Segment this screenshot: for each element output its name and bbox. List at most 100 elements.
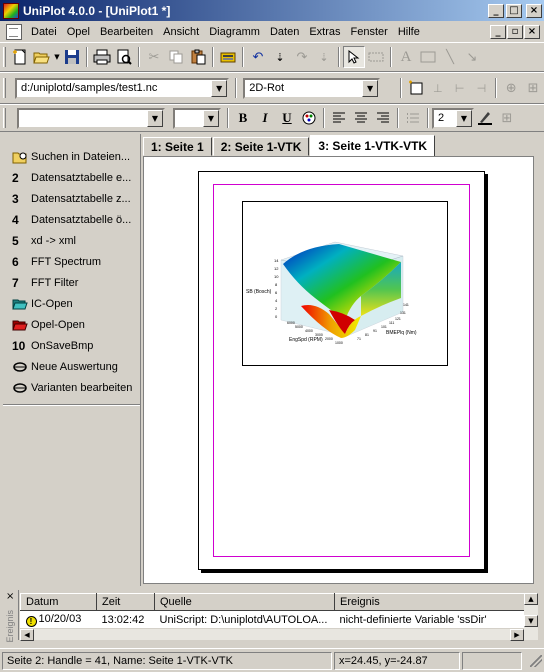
print-icon[interactable]	[91, 46, 113, 68]
file-combo[interactable]: d:/uniplotd/samples/test1.nc ▼	[14, 77, 230, 99]
minimize-button[interactable]: _	[488, 3, 504, 18]
menu-bearbeiten[interactable]: Bearbeiten	[95, 26, 158, 38]
close-icon[interactable]: ×	[6, 591, 14, 602]
horizontal-scrollbar[interactable]: ◀ ▶	[20, 628, 524, 641]
sidebar-item-fft-spectrum[interactable]: 6 FFT Spectrum	[3, 251, 140, 272]
arrow-icon[interactable]: ↘	[461, 46, 483, 68]
font-combo[interactable]: ▼	[17, 107, 165, 129]
axis-y-icon[interactable]: ⊥	[427, 77, 449, 99]
mdi-close-button[interactable]: ×	[524, 24, 540, 39]
sidebar-item-suchen[interactable]: Suchen in Dateien...	[3, 146, 140, 167]
menu-daten[interactable]: Daten	[265, 26, 304, 38]
vertical-scrollbar[interactable]: ▲ ▼	[524, 593, 538, 640]
align-center-icon[interactable]	[350, 107, 372, 129]
sidebar-item-ic-open[interactable]: IC-Open	[3, 293, 140, 314]
toolbar-grip[interactable]	[3, 47, 6, 67]
line-width-combo[interactable]: 2 ▼	[432, 107, 474, 129]
menu-extras[interactable]: Extras	[304, 26, 345, 38]
mdi-restore-button[interactable]: ▫	[507, 24, 523, 39]
menu-ansicht[interactable]: Ansicht	[158, 26, 204, 38]
scroll-up-icon[interactable]: ▲	[524, 593, 538, 605]
fill-pattern-icon[interactable]: ⊞	[496, 107, 518, 129]
open-icon[interactable]	[31, 46, 53, 68]
close-button[interactable]: ×	[526, 3, 542, 18]
import-icon[interactable]: ⇣	[269, 46, 291, 68]
scroll-right-icon[interactable]: ▶	[510, 629, 524, 641]
calculator-icon[interactable]	[217, 46, 239, 68]
toolbar-grip[interactable]	[3, 108, 6, 128]
font-size-combo[interactable]: ▼	[173, 107, 221, 129]
style-combo[interactable]: 2D-Rot ▼	[243, 77, 381, 99]
bullet-list-icon[interactable]	[402, 107, 424, 129]
frame-icon[interactable]	[417, 46, 439, 68]
sidebar-item-fft-filter[interactable]: 7 FFT Filter	[3, 272, 140, 293]
app-icon[interactable]	[3, 2, 19, 19]
menu-fenster[interactable]: Fenster	[346, 26, 393, 38]
tab-seite-1-vtk-vtk[interactable]: 3: Seite 1-VTK-VTK	[310, 135, 436, 157]
mdi-minimize-button[interactable]: _	[490, 24, 506, 39]
sidebar-item-label: Datensatztabelle ö...	[31, 213, 132, 226]
tab-seite-1[interactable]: 1: Seite 1	[143, 137, 212, 156]
text-icon[interactable]: A	[395, 46, 417, 68]
document-icon[interactable]	[6, 23, 22, 40]
crosshair-icon[interactable]: ⊕	[500, 77, 522, 99]
sidebar-item-datensatztabelle-z[interactable]: 3 Datensatztabelle z...	[3, 188, 140, 209]
chevron-down-icon[interactable]: ▼	[203, 109, 219, 127]
script-icon	[12, 360, 28, 374]
resize-grip-icon[interactable]	[530, 654, 542, 667]
dropdown-arrow-icon[interactable]: ▼	[53, 46, 61, 68]
axis-x-icon[interactable]: ⊢	[449, 77, 471, 99]
maximize-button[interactable]: □	[506, 3, 522, 18]
page[interactable]: SB (Bosch) EngSpd (RPM) BMEPlq (Nm) 14 1…	[198, 171, 485, 570]
menu-hilfe[interactable]: Hilfe	[393, 26, 425, 38]
underline-icon[interactable]: U	[276, 107, 298, 129]
shortcut-number: 5	[12, 233, 19, 248]
export-icon[interactable]: ⇣	[313, 46, 335, 68]
italic-icon[interactable]: I	[254, 107, 276, 129]
toolbar-grip[interactable]	[3, 78, 6, 98]
line-icon[interactable]: ╲	[439, 46, 461, 68]
sidebar-item-varianten-bearbeiten[interactable]: Varianten bearbeiten	[3, 377, 140, 398]
table-row[interactable]: ! 10/20/03 13:02:42 UniScript: D:\uniplot…	[21, 611, 525, 629]
print-preview-icon[interactable]	[113, 46, 135, 68]
document-canvas[interactable]: SB (Bosch) EngSpd (RPM) BMEPlq (Nm) 14 1…	[143, 156, 534, 584]
cut-icon[interactable]: ✂	[143, 46, 165, 68]
sidebar-item-opel-open[interactable]: Opel-Open	[3, 314, 140, 335]
chevron-down-icon[interactable]: ▼	[362, 79, 379, 97]
axis-both-icon[interactable]: ⊣	[471, 77, 493, 99]
redo-icon[interactable]: ↷	[291, 46, 313, 68]
sidebar-item-datensatztabelle-o[interactable]: 4 Datensatztabelle ö...	[3, 209, 140, 230]
new-icon[interactable]	[9, 46, 31, 68]
pen-color-icon[interactable]	[474, 107, 496, 129]
rectangle-icon[interactable]	[365, 46, 387, 68]
tab-seite-1-vtk[interactable]: 2: Seite 1-VTK	[212, 137, 310, 156]
new-diagram-icon[interactable]	[405, 77, 427, 99]
text-color-icon[interactable]	[298, 107, 320, 129]
chevron-down-icon[interactable]: ▼	[456, 109, 472, 127]
align-left-icon[interactable]	[328, 107, 350, 129]
chevron-down-icon[interactable]: ▼	[211, 79, 228, 97]
scroll-down-icon[interactable]: ▼	[524, 615, 538, 627]
column-header-datum[interactable]: Datum	[20, 593, 97, 611]
undo-icon[interactable]: ↶	[247, 46, 269, 68]
chevron-down-icon[interactable]: ▼	[147, 109, 163, 127]
menu-datei[interactable]: Datei	[26, 26, 62, 38]
column-header-zeit[interactable]: Zeit	[96, 593, 155, 611]
grid-icon[interactable]: ⊞	[522, 77, 544, 99]
copy-icon[interactable]	[165, 46, 187, 68]
scroll-left-icon[interactable]: ◀	[20, 629, 34, 641]
column-header-quelle[interactable]: Quelle	[154, 593, 335, 611]
plot-frame[interactable]: SB (Bosch) EngSpd (RPM) BMEPlq (Nm) 14 1…	[242, 201, 448, 366]
menu-diagramm[interactable]: Diagramm	[204, 26, 265, 38]
sidebar-item-datensatztabelle-e[interactable]: 2 Datensatztabelle e...	[3, 167, 140, 188]
column-header-ereignis[interactable]: Ereignis	[334, 593, 525, 611]
sidebar-item-xd-xml[interactable]: 5 xd -> xml	[3, 230, 140, 251]
sidebar-item-onsavebmp[interactable]: 10 OnSaveBmp	[3, 335, 140, 356]
select-icon[interactable]	[343, 46, 365, 68]
save-icon[interactable]	[61, 46, 83, 68]
paste-icon[interactable]	[187, 46, 209, 68]
menu-opel[interactable]: Opel	[62, 26, 95, 38]
sidebar-item-neue-auswertung[interactable]: Neue Auswertung	[3, 356, 140, 377]
align-right-icon[interactable]	[372, 107, 394, 129]
bold-icon[interactable]: B	[232, 107, 254, 129]
